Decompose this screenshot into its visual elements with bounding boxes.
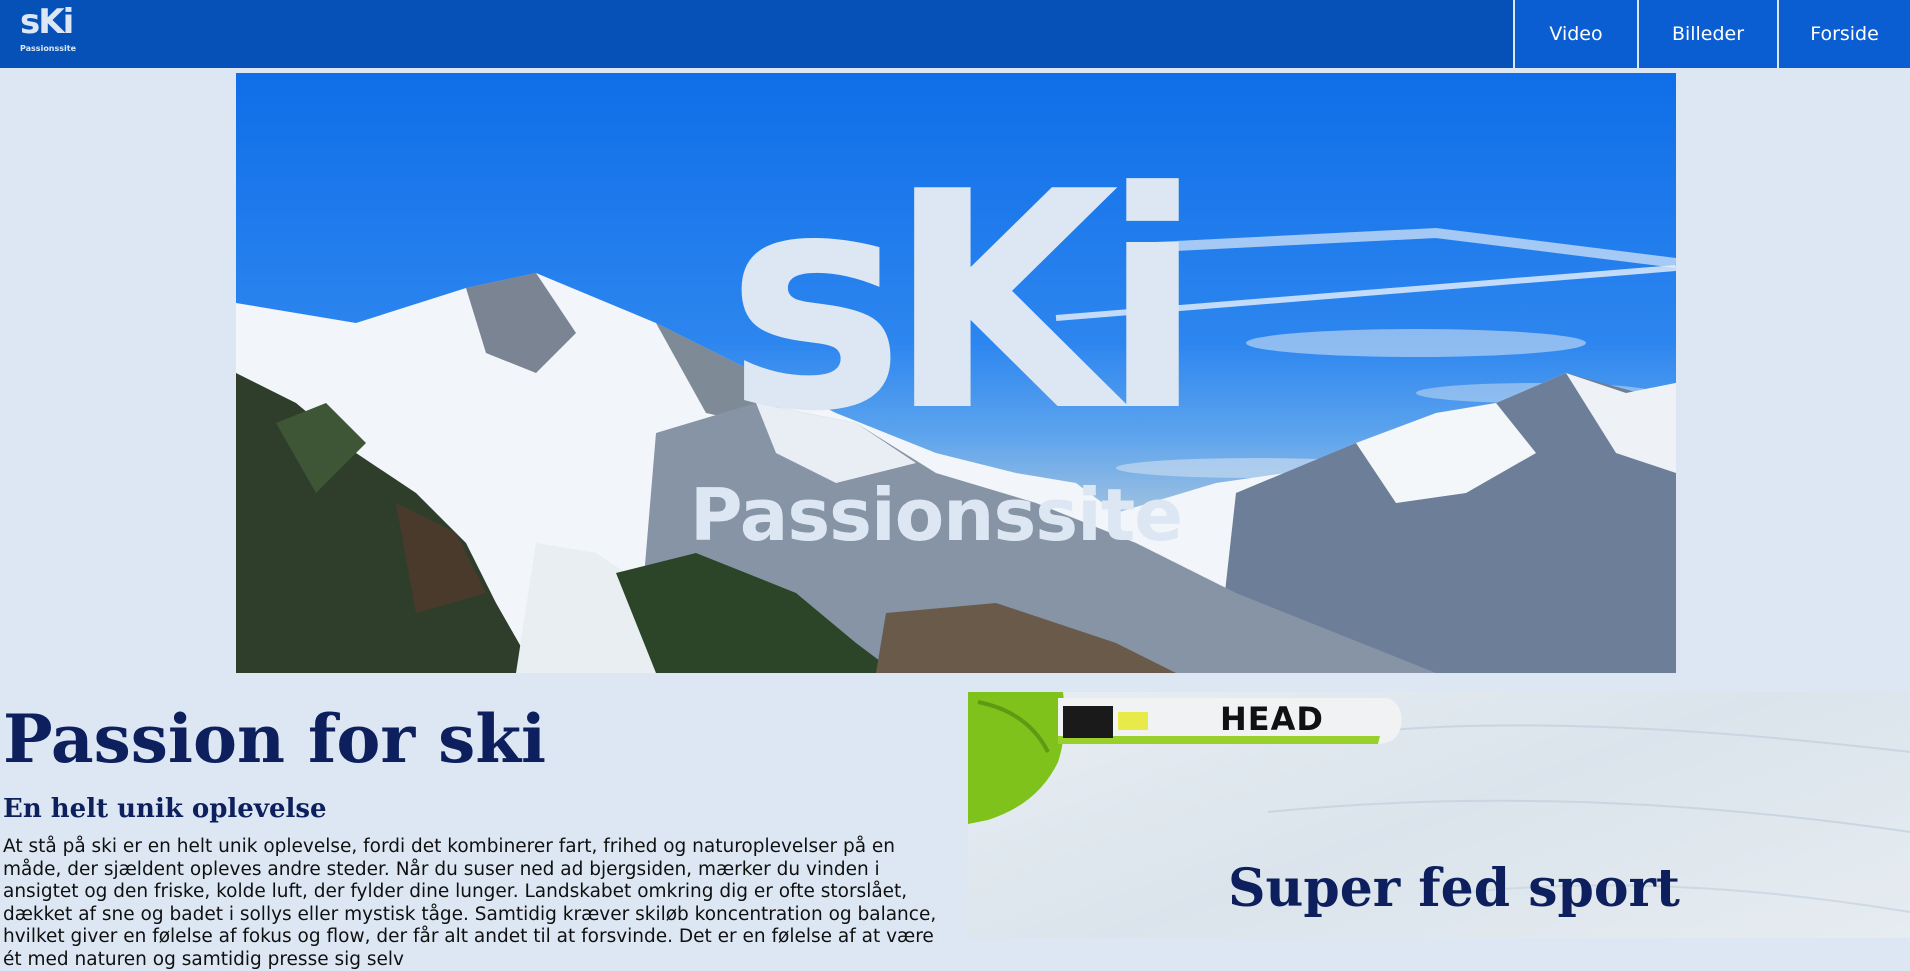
logo-subtext: Passionssite xyxy=(20,44,77,53)
intro-paragraph: At stå på ski er en helt unik oplevelse,… xyxy=(3,836,937,970)
intro-section: Passion for ski En helt unik oplevelse A… xyxy=(0,690,960,970)
hero-subtitle: Passionssite xyxy=(689,473,1183,557)
hero-title: sKi xyxy=(726,128,1204,477)
section-subtitle: En helt unik oplevelse xyxy=(3,794,327,824)
nav-link-billeder[interactable]: Billeder xyxy=(1637,0,1777,68)
site-logo[interactable]: sKi Passionssite xyxy=(20,2,77,56)
logo-text: sKi xyxy=(20,2,74,42)
main-nav: Video Billeder Forside xyxy=(1513,0,1910,68)
feature-title: Super fed sport xyxy=(1228,858,1680,919)
top-navigation-bar: sKi Passionssite Video Billeder Forside xyxy=(0,0,1910,68)
page-title: Passion for ski xyxy=(3,700,547,778)
ski-brand-label: HEAD xyxy=(1220,700,1324,738)
nav-link-video[interactable]: Video xyxy=(1513,0,1637,68)
nav-link-forside[interactable]: Forside xyxy=(1777,0,1910,68)
hero-banner: sKi Passionssite xyxy=(236,73,1676,673)
feature-image-panel: HEAD Super fed sport xyxy=(968,692,1910,938)
hero-logo: sKi xyxy=(676,133,1236,493)
